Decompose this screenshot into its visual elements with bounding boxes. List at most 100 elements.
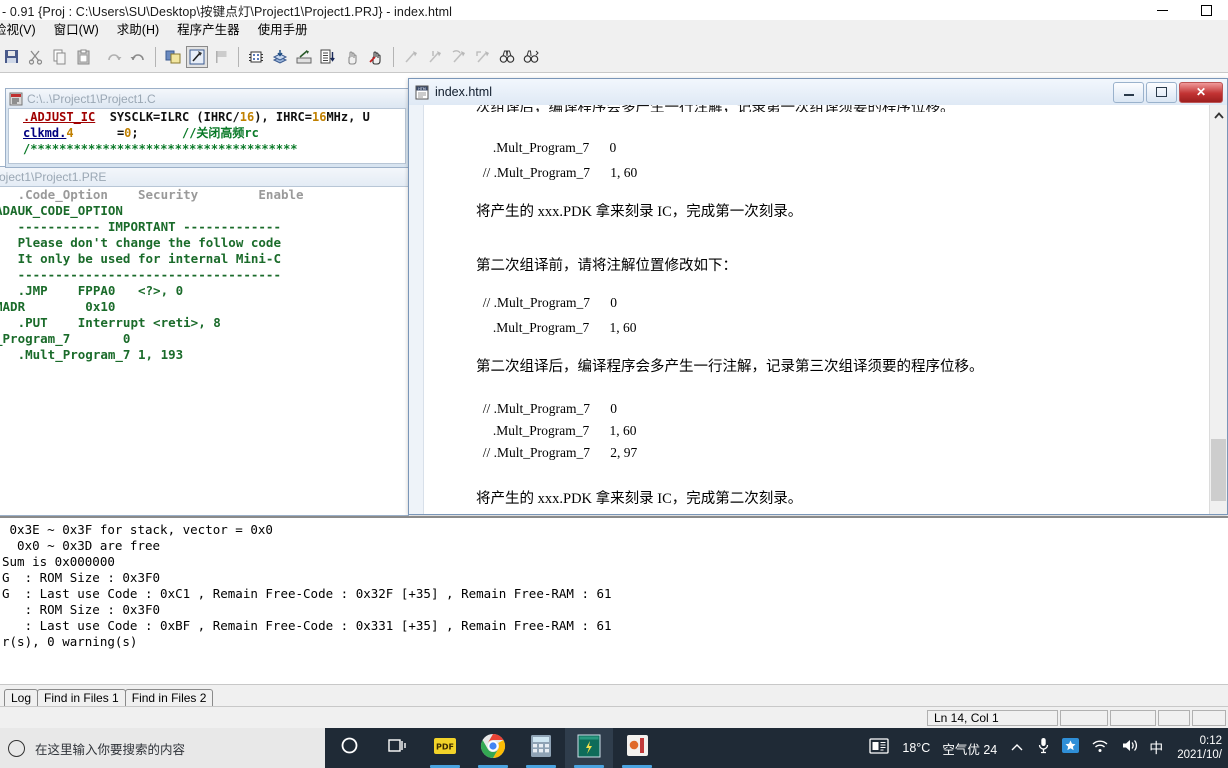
step-out-button[interactable] <box>472 46 494 68</box>
html-close-button[interactable]: ✕ <box>1179 81 1223 103</box>
pre-code-area[interactable]: .Code_Option Security Enable ADAUK_CODE_… <box>0 186 408 515</box>
html-document-page[interactable]: 次组译后，编译程序会多产生一行注解，记录第一次组译须要的程序位移。 .Mult_… <box>423 105 1209 514</box>
copy-icon <box>52 49 68 65</box>
download-stack-button[interactable] <box>269 46 291 68</box>
writer-button[interactable] <box>293 46 315 68</box>
ide-minimize-button[interactable] <box>1140 0 1184 20</box>
binoculars-next-icon <box>523 49 539 65</box>
ide-toolbar <box>0 41 1228 73</box>
volume-icon[interactable] <box>1121 738 1139 758</box>
doc-code-line: // .Mult_Program_7 0 <box>476 401 617 416</box>
ide-title-text: - 0.91 {Proj : C:\Users\SU\Desktop\按键点灯\… <box>2 4 453 19</box>
hand-icon <box>344 49 360 65</box>
c-code-line: /************************************* <box>9 141 405 157</box>
html-window-title-text: index.html <box>435 85 492 99</box>
c-file-icon <box>9 92 23 106</box>
taskbar-ide-app-button[interactable] <box>565 728 613 768</box>
tab-find-in-files-1[interactable]: Find in Files 1 <box>37 689 126 707</box>
window-panes-icon <box>165 49 181 65</box>
tab-find-in-files-2[interactable]: Find in Files 2 <box>124 689 214 707</box>
doc-code-line: // .Mult_Program_7 1, 60 <box>476 165 638 180</box>
find-next-button[interactable] <box>520 46 542 68</box>
tray-ime-indicator[interactable]: 中 <box>1149 738 1163 758</box>
flag-button[interactable] <box>210 46 232 68</box>
paste-button[interactable] <box>73 46 95 68</box>
pre-line: ----------- IMPORTANT ------------- <box>0 219 281 234</box>
status-cell-3 <box>1158 710 1190 726</box>
ide-maximize-button[interactable] <box>1184 0 1228 20</box>
tray-air-quality[interactable]: 空气优 24 <box>942 739 997 758</box>
run-button[interactable] <box>400 46 422 68</box>
taskbar-pdf-reader-button[interactable]: PDF <box>421 728 469 768</box>
list-sort-button[interactable] <box>317 46 339 68</box>
html-window-titlebar[interactable]: HTM index.html ✕ <box>409 79 1227 106</box>
c-code-area[interactable]: .ADJUST_IC SYSCLK=ILRC (IHRC/16), IHRC=1… <box>8 108 406 164</box>
maximize-icon <box>1200 4 1212 16</box>
html-vertical-scrollbar[interactable] <box>1209 105 1227 514</box>
index-html-window[interactable]: HTM index.html ✕ 次组译后，编译程序会多产生一行注解，记录第一次… <box>408 78 1228 515</box>
search-circle-icon <box>8 739 25 757</box>
hand-red-icon <box>368 49 384 65</box>
svg-text:HTM: HTM <box>418 87 426 91</box>
child-pre-titlebar[interactable]: oject1\Project1.PRE <box>0 167 408 186</box>
log-output-pane[interactable]: 0x3E ~ 0x3F for stack, vector = 0x0 0x0 … <box>0 516 1228 686</box>
html-restore-button[interactable] <box>1146 81 1177 103</box>
child-window-pre[interactable]: oject1\Project1.PRE .Code_Option Securit… <box>0 166 409 516</box>
wifi-icon[interactable] <box>1091 739 1109 758</box>
find-button[interactable] <box>496 46 518 68</box>
menu-item-program-generator[interactable]: 程序产生器 <box>168 20 249 41</box>
log-line: r(s), 0 warning(s) <box>2 634 138 649</box>
tray-time: 0:12 <box>1199 735 1222 747</box>
star-badge-icon[interactable] <box>1062 737 1080 759</box>
log-line: 0x0 ~ 0x3D are free <box>2 538 161 553</box>
scrollbar-thumb[interactable] <box>1211 439 1226 501</box>
doc-code-line: // .Mult_Program_7 0 <box>476 295 617 310</box>
minimize-icon <box>1156 9 1168 11</box>
taskbar-task-view-button[interactable] <box>373 728 421 768</box>
pre-line: .Mult_Program_7 1, 193 <box>0 347 184 362</box>
taskbar-media-app-button[interactable] <box>613 728 661 768</box>
tray-temperature[interactable]: 18°C <box>902 741 930 755</box>
step-into-button[interactable] <box>424 46 446 68</box>
chip-icon <box>248 49 264 65</box>
windows-taskbar: 在这里输入你要搜索的内容 PDF 18°C 空气优 24 中 0:12 2021… <box>0 728 1228 768</box>
build-tool-button[interactable] <box>186 45 208 68</box>
chip-button[interactable] <box>245 46 267 68</box>
menu-item-help[interactable]: 求助(H) <box>108 20 168 41</box>
list-down-icon <box>320 49 336 65</box>
copy-button[interactable] <box>49 46 71 68</box>
tab-log[interactable]: Log <box>4 689 39 707</box>
news-weather-icon[interactable] <box>869 737 890 759</box>
menu-item-window[interactable]: 窗口(W) <box>45 20 108 41</box>
taskbar-calculator-button[interactable] <box>517 728 565 768</box>
c-token: 16 <box>239 110 255 124</box>
redo-button[interactable] <box>103 46 125 68</box>
hand-button[interactable] <box>341 46 363 68</box>
menu-item-manual[interactable]: 使用手册 <box>249 20 317 41</box>
scroll-up-arrow-icon[interactable] <box>1210 107 1227 124</box>
child-c-titlebar[interactable]: C:\..\Project1\Project1.C <box>6 89 408 108</box>
toolbar-separator-2 <box>238 46 239 67</box>
menu-item-view[interactable]: 检视(V) <box>0 20 45 41</box>
html-window-controls: ✕ <box>1111 81 1227 103</box>
child-window-c[interactable]: C:\..\Project1\Project1.C .ADJUST_IC SYS… <box>5 88 409 168</box>
taskbar-chrome-button[interactable] <box>469 728 517 768</box>
taskbar-search-box[interactable]: 在这里输入你要搜索的内容 <box>0 728 325 768</box>
taskbar-cortana-button[interactable] <box>325 728 373 768</box>
c-token: 16 <box>312 110 327 124</box>
cut-button[interactable] <box>25 46 47 68</box>
undo-button[interactable] <box>127 46 149 68</box>
tray-clock[interactable]: 0:12 2021/10/ <box>1177 734 1222 762</box>
step-over-button[interactable] <box>448 46 470 68</box>
html-minimize-button[interactable] <box>1113 81 1144 103</box>
hand-red-button[interactable] <box>365 46 387 68</box>
media-app-icon <box>626 734 649 762</box>
microphone-icon[interactable] <box>1037 737 1050 759</box>
c-token: = <box>73 126 125 140</box>
c-token: MHz, U <box>326 110 370 124</box>
save-button[interactable] <box>1 46 23 68</box>
chevron-up-icon[interactable] <box>1011 739 1023 757</box>
html-window-body: 次组译后，编译程序会多产生一行注解，记录第一次组译须要的程序位移。 .Mult_… <box>409 105 1227 514</box>
project-window-button[interactable] <box>162 46 184 68</box>
c-code-line: clkmd.4 =0; //关闭高频rc <box>9 125 405 141</box>
